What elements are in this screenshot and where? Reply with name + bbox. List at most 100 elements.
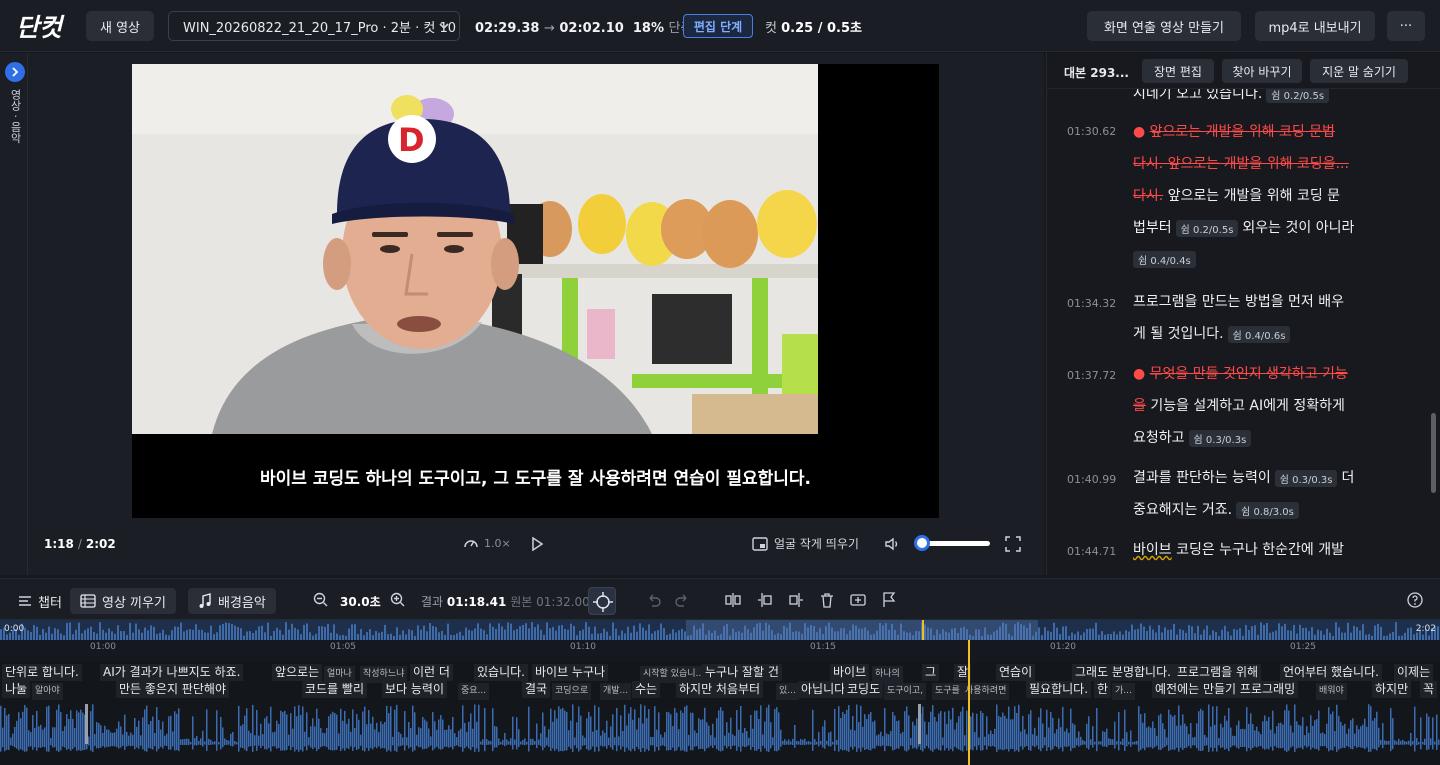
flag-icon[interactable] — [880, 591, 898, 609]
deleted-text[interactable]: 다시. — [1133, 188, 1163, 204]
word-chip[interactable]: 만든 좋은지 판단해야 — [116, 681, 229, 698]
video-player[interactable]: D 바이브 코딩도 하나의 도구이고, 그 도구를 잘 사용하려면 연습이 필요… — [132, 64, 939, 518]
pause-chip[interactable]: 쉼 0.4/0.6s — [1227, 325, 1291, 343]
cut-marker[interactable] — [85, 704, 88, 744]
word-chip[interactable]: 바이브 — [830, 664, 870, 681]
deleted-text[interactable]: 앞으로는 개발을 위해 코딩 문법 — [1150, 124, 1335, 140]
script-line[interactable]: 법부터 쉼 0.2/0.5s 외우는 것이 아니라 — [1133, 217, 1399, 237]
audio-waveform[interactable] — [0, 702, 1440, 765]
script-line[interactable]: 을 기능을 설계하고 AI에게 정확하게 — [1133, 395, 1399, 415]
word-chip[interactable]: 누구나 잘할 건 — [702, 664, 782, 681]
script-scrollbar[interactable] — [1431, 413, 1436, 493]
chapter-button[interactable]: 챕터 — [18, 588, 62, 614]
timestamp[interactable]: 01:37.72 — [1067, 369, 1116, 382]
make-presentation-video-button[interactable]: 화면 연출 영상 만들기 — [1087, 11, 1241, 41]
split-icon[interactable] — [724, 591, 742, 609]
file-select[interactable]: WIN_20260822_21_20_17_Pro · 2분 · 컷 10 — [168, 11, 460, 41]
zoom-out-icon[interactable] — [312, 591, 330, 609]
word-chip[interactable]: 나눌 — [2, 681, 31, 698]
follow-playhead-button[interactable] — [588, 587, 616, 615]
timestamp[interactable]: 01:40.99 — [1067, 473, 1116, 486]
volume-slider-handle[interactable] — [914, 535, 930, 551]
word-chip[interactable]: 한 — [1094, 681, 1112, 698]
volume-icon[interactable] — [883, 535, 901, 553]
word-chip[interactable]: 그래도 분명합니다. — [1072, 664, 1174, 681]
pause-chip[interactable]: 쉼 0.4/0.4s — [1133, 251, 1196, 268]
new-video-button[interactable]: 새 영상 — [86, 11, 154, 41]
word-chip[interactable]: 언어부터 했습니다. — [1280, 664, 1382, 681]
word-chip[interactable]: 코딩으로 — [552, 683, 592, 700]
redo-icon[interactable] — [673, 591, 691, 609]
word-chip[interactable]: 이런 더 — [410, 664, 453, 681]
pause-chip[interactable]: 쉼 0.3/0.3s — [1188, 429, 1252, 447]
help-icon[interactable] — [1406, 591, 1424, 609]
pause-chip[interactable]: 쉼 0.3/0.3s — [1274, 469, 1338, 487]
word-chip[interactable]: 코딩도 — [844, 681, 884, 698]
word-chip[interactable]: 코드를 빨리 — [302, 681, 368, 698]
word-chip[interactable]: 예전에는 만들기 프로그래밍 — [1152, 681, 1299, 698]
word-chip[interactable]: 중요... — [458, 683, 490, 700]
trim-left-icon[interactable] — [756, 591, 774, 609]
script-body[interactable]: 시네기 오고 있습니다. 쉼 0.2/0.5s 01:30.62 ● 앞으로는 개… — [1047, 85, 1440, 575]
word-chip[interactable]: 알아야 — [32, 683, 63, 700]
pip-face-button[interactable]: 얼굴 작게 띄우기 — [752, 535, 859, 552]
word-chip[interactable]: 앞으로는 — [272, 664, 323, 681]
word-chip[interactable]: 프로그램을 위해 — [1174, 664, 1262, 681]
undo-icon[interactable] — [645, 591, 663, 609]
more-menu-button[interactable]: ··· — [1387, 11, 1425, 41]
time-ruler[interactable]: 01:00 01:05 01:10 01:15 01:20 01:25 — [0, 640, 1440, 662]
word-chip[interactable]: 결국 — [522, 681, 551, 698]
word-chip[interactable]: 필요합니다. — [1026, 681, 1092, 698]
word-chip[interactable]: 단위로 합니다. — [2, 664, 82, 681]
play-icon[interactable] — [528, 535, 546, 553]
find-replace-button[interactable]: 찾아 바꾸기 — [1222, 59, 1302, 83]
pause-chip[interactable]: 쉼 0.8/3.0s — [1236, 501, 1299, 519]
timeline[interactable]: 0:00 2:02 01:00 01:05 01:10 01:15 01:20 … — [0, 620, 1440, 765]
timestamp[interactable]: 01:30.62 — [1067, 125, 1116, 138]
flagged-word[interactable]: 바이브 — [1133, 542, 1172, 558]
word-chip[interactable]: 있... — [776, 683, 799, 700]
viewport-window[interactable] — [686, 620, 1038, 640]
script-line[interactable]: 쉼 0.4/0.4s — [1129, 251, 1395, 268]
word-chip[interactable]: 하지만 — [1372, 681, 1412, 698]
broll-button[interactable]: 영상 끼우기 — [70, 588, 176, 614]
cut-marker[interactable] — [918, 704, 921, 744]
word-chip[interactable]: 이제는 — [1394, 664, 1434, 681]
bgm-button[interactable]: 배경음악 — [188, 588, 276, 614]
export-mp4-button[interactable]: mp4로 내보내기 — [1255, 11, 1375, 41]
pause-chip[interactable]: 쉼 0.2/0.5s — [1175, 219, 1239, 237]
script-line[interactable]: 다시. 앞으로는 개발을 위해 코딩을... — [1133, 153, 1399, 173]
deleted-text[interactable]: 무엇을 만들 것인지 생각하고 기능 — [1150, 366, 1348, 382]
word-chip[interactable]: 그 — [922, 664, 940, 681]
insert-icon[interactable] — [849, 591, 867, 609]
deleted-text[interactable]: 을 — [1133, 398, 1146, 414]
deleted-text[interactable]: 다시. 앞으로는 개발을 위해 코딩을... — [1133, 156, 1349, 172]
word-chip[interactable]: 하지만 처음부터 — [676, 681, 764, 698]
trash-icon[interactable] — [818, 591, 836, 609]
speed-control[interactable]: 1.0× — [463, 535, 511, 551]
word-chip[interactable]: 꼭 — [1420, 681, 1438, 698]
trim-right-icon[interactable] — [787, 591, 805, 609]
script-line[interactable]: 결과를 판단하는 능력이 쉼 0.3/0.3s 더 — [1133, 467, 1399, 487]
word-chip[interactable]: 보다 능력이 — [382, 681, 448, 698]
fullscreen-icon[interactable] — [1004, 535, 1022, 553]
word-chip[interactable]: 도구이고, — [884, 683, 926, 700]
app-logo[interactable]: 단컷 — [16, 10, 72, 42]
word-chip[interactable]: 개발... — [600, 683, 632, 700]
script-line[interactable]: 요청하고 쉼 0.3/0.3s — [1133, 427, 1399, 447]
script-line[interactable]: 중요해지는 거죠. 쉼 0.8/3.0s — [1133, 499, 1399, 519]
timestamp[interactable]: 01:44.71 — [1067, 545, 1116, 558]
script-line[interactable]: 프로그램을 만드는 방법을 먼저 배우 — [1133, 291, 1399, 311]
script-line[interactable]: 게 될 것입니다. 쉼 0.4/0.6s — [1133, 323, 1399, 343]
word-chip[interactable]: 가... — [1112, 683, 1135, 700]
timestamp[interactable]: 01:34.32 — [1067, 297, 1116, 310]
zoom-in-icon[interactable] — [389, 591, 407, 609]
edit-stage-badge[interactable]: 편집 단계 — [683, 14, 753, 38]
script-line[interactable]: 다시. 앞으로는 개발을 위해 코딩 문 — [1133, 185, 1399, 205]
word-chip[interactable]: 바이브 누구나 — [532, 664, 609, 681]
script-line[interactable]: ● 앞으로는 개발을 위해 코딩 문법 — [1133, 121, 1399, 141]
word-chip[interactable]: 배워야 — [1316, 683, 1347, 700]
hide-deleted-words-button[interactable]: 지운 말 숨기기 — [1310, 59, 1408, 83]
expand-panel-button[interactable] — [5, 62, 25, 82]
word-chip[interactable]: AI가 결과가 나쁘지도 하죠. — [100, 664, 244, 681]
